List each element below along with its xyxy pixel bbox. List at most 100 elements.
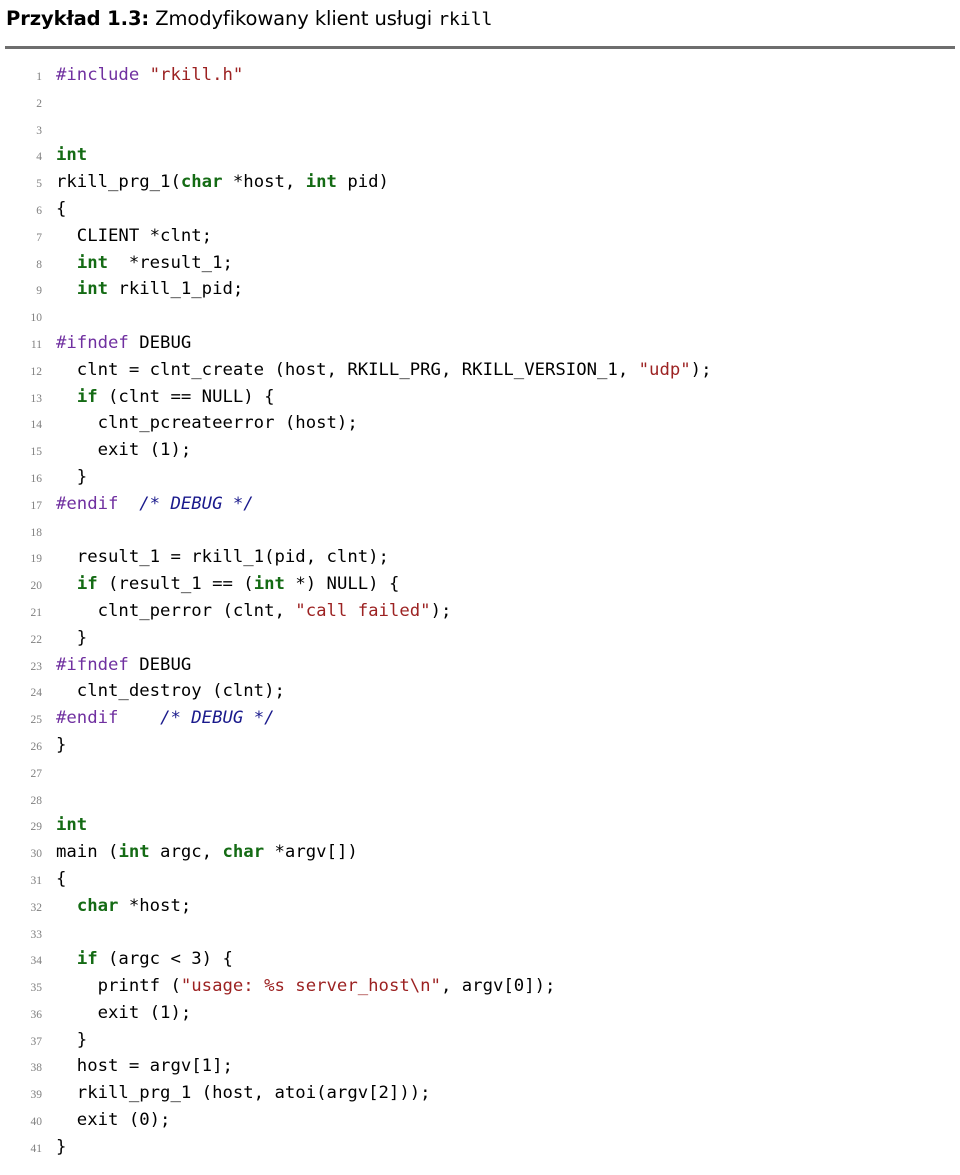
line-number: 17 xyxy=(30,499,43,512)
code-token-n: } xyxy=(56,734,67,755)
line-number: 41 xyxy=(30,1142,43,1155)
code-token-n xyxy=(56,387,77,407)
code-token-k: int xyxy=(118,842,150,863)
code-token-n: exit (1); xyxy=(56,1002,192,1023)
code-line: 17 #endif /* DEBUG */ xyxy=(0,491,960,518)
line-number: 34 xyxy=(30,955,43,968)
code-line: 28 xyxy=(0,786,960,813)
line-number: 38 xyxy=(30,1062,43,1075)
code-line: 31 { xyxy=(0,866,960,893)
code-line-text: int xyxy=(56,142,87,169)
code-line-text: int xyxy=(56,812,87,839)
code-line: 10 xyxy=(0,303,960,330)
code-token-k: char xyxy=(76,895,119,916)
code-line-text: clnt = clnt_create (host, RKILL_PRG, RKI… xyxy=(56,357,712,384)
line-number: 40 xyxy=(30,1116,43,1129)
code-line-text: rkill_prg_1 (host, atoi(argv[2])); xyxy=(56,1080,431,1107)
code-line: 23 #ifndef DEBUG xyxy=(0,652,960,679)
code-token-n: (clnt == NULL) { xyxy=(97,386,275,407)
code-token-n: *host; xyxy=(118,895,192,916)
line-number: 5 xyxy=(36,178,42,191)
code-line: 25 #endif /* DEBUG */ xyxy=(0,705,960,732)
line-number: 13 xyxy=(30,392,43,405)
code-token-n: , argv[0]); xyxy=(440,976,556,997)
code-line: 33 xyxy=(0,920,960,947)
line-number: 14 xyxy=(30,419,43,432)
code-token-n: pid) xyxy=(336,172,389,193)
code-token-n: } xyxy=(56,627,88,648)
line-number: 27 xyxy=(30,767,43,780)
caption-text: Zmodyfikowany klient usługi xyxy=(149,7,439,30)
code-token-k: if xyxy=(76,386,98,407)
code-token-k: int xyxy=(76,252,109,273)
line-number: 9 xyxy=(36,285,42,298)
line-number: 10 xyxy=(30,312,43,325)
code-line: 19 result_1 = rkill_1(pid, clnt); xyxy=(0,544,960,571)
line-number: 21 xyxy=(30,606,43,619)
line-number: 12 xyxy=(30,365,43,378)
line-number: 23 xyxy=(30,660,43,673)
code-token-k: if xyxy=(76,574,98,595)
code-token-k: if xyxy=(76,949,98,970)
code-token-n: DEBUG xyxy=(128,332,192,353)
code-token-n: { xyxy=(56,198,67,219)
code-line: 35 printf ("usage: %s server_host\n", ar… xyxy=(0,973,960,1000)
code-line-text: clnt_pcreateerror (host); xyxy=(56,410,358,437)
code-token-n xyxy=(118,494,139,514)
code-token-k: char xyxy=(180,172,223,193)
code-line-text: exit (1); xyxy=(56,437,192,464)
code-line-text: clnt_destroy (clnt); xyxy=(56,678,285,705)
code-line: 2 xyxy=(0,89,960,116)
code-line-text: exit (1); xyxy=(56,1000,192,1027)
line-number: 32 xyxy=(30,901,43,914)
code-line-text: } xyxy=(56,1134,66,1161)
code-token-n: } xyxy=(56,1136,67,1157)
code-token-n: *host, xyxy=(222,172,306,193)
code-token-s: "usage: %s server_host\n" xyxy=(180,976,441,997)
code-token-n xyxy=(56,949,77,969)
code-token-pp: #ifndef xyxy=(56,654,129,675)
caption-mono-term: rkill xyxy=(438,9,493,30)
line-number: 18 xyxy=(30,526,43,539)
code-line-text: } xyxy=(56,1027,87,1054)
code-line-text: int *result_1; xyxy=(56,250,233,277)
line-number: 1 xyxy=(36,71,42,83)
code-line: 37 } xyxy=(0,1027,960,1054)
code-token-n xyxy=(139,65,149,85)
code-line-text: #endif /* DEBUG */ xyxy=(56,491,254,518)
code-token-n: exit (1); xyxy=(56,440,192,461)
line-number: 3 xyxy=(36,124,42,137)
code-line: 40 exit (0); xyxy=(0,1107,960,1134)
code-line-text: CLIENT *clnt; xyxy=(56,223,212,250)
code-token-s: "call failed" xyxy=(295,600,431,621)
code-line-text: } xyxy=(56,464,87,491)
code-line: 16 } xyxy=(0,464,960,491)
code-token-pp: #endif xyxy=(56,708,119,729)
code-line-text: #endif /* DEBUG */ xyxy=(56,705,275,732)
code-token-pp: #include xyxy=(56,65,140,85)
code-line-text: main (int argc, char *argv[]) xyxy=(56,839,358,866)
line-number: 7 xyxy=(36,231,42,244)
line-number: 22 xyxy=(30,633,43,646)
line-number: 2 xyxy=(36,97,42,110)
code-token-n: ); xyxy=(690,359,712,380)
code-token-n: rkill_1_pid; xyxy=(108,279,244,300)
line-number: 20 xyxy=(30,580,43,593)
line-number: 19 xyxy=(30,553,43,566)
code-line-text: #ifndef DEBUG xyxy=(56,652,191,679)
code-line: 5 rkill_prg_1(char *host, int pid) xyxy=(0,169,960,196)
code-line: 18 xyxy=(0,518,960,545)
code-line: 7 CLIENT *clnt; xyxy=(0,223,960,250)
code-line-text: if (argc < 3) { xyxy=(56,946,233,973)
code-line-text: host = argv[1]; xyxy=(56,1053,233,1080)
code-line-text: int rkill_1_pid; xyxy=(56,276,243,303)
code-token-n: ); xyxy=(430,600,452,621)
code-line: 12 clnt = clnt_create (host, RKILL_PRG, … xyxy=(0,357,960,384)
code-listing: 1 #include "rkill.h" 2 3 4 int 5 rkill_prg_1(ch… xyxy=(0,62,960,1161)
code-token-n xyxy=(56,574,77,594)
code-token-n: result_1 = rkill_1(pid, clnt); xyxy=(56,547,389,568)
code-token-n: CLIENT *clnt; xyxy=(56,225,213,246)
code-line: 38 host = argv[1]; xyxy=(0,1053,960,1080)
line-number: 4 xyxy=(36,151,42,164)
caption-divider-rule xyxy=(5,46,955,49)
